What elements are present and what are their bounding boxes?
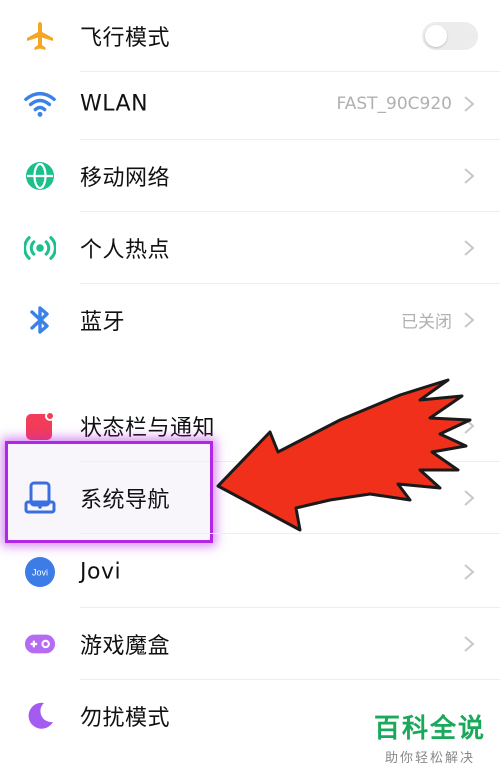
red-arrow-annotation [216,378,472,532]
watermark-title: 百科全说 [373,714,486,744]
watermark: 百科全说 助你轻松解决 [374,708,486,766]
watermark-subtitle: 助你轻松解决 [384,751,475,766]
